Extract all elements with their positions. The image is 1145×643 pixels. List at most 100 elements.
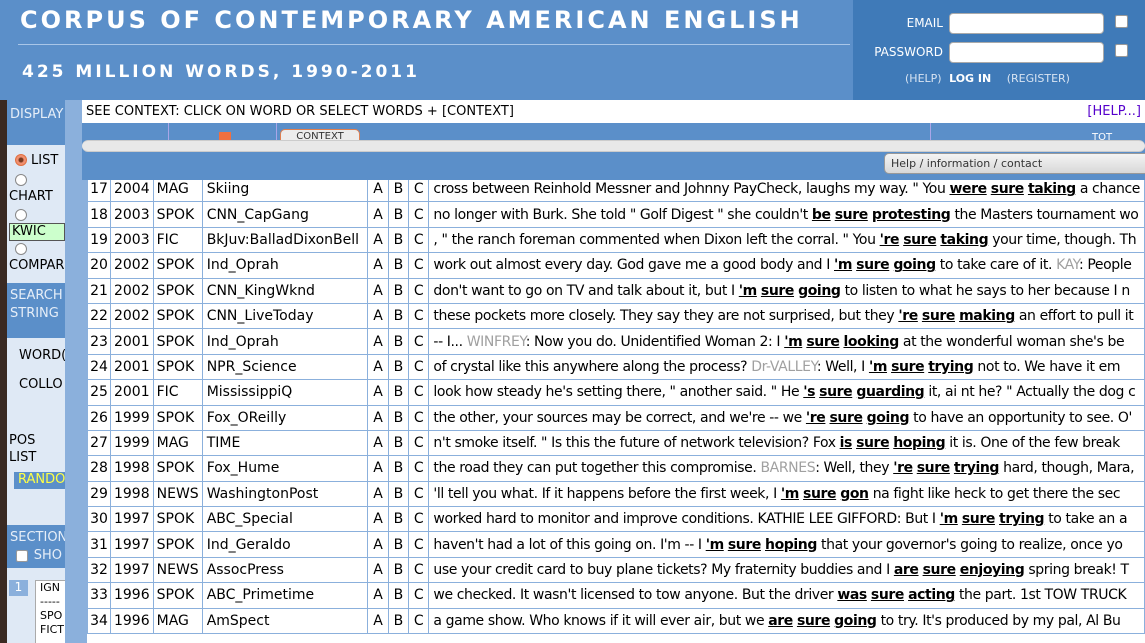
keyword-link[interactable]: sure [923, 562, 957, 578]
source-cell[interactable]: CNN_LiveToday [201, 302, 369, 330]
expand-c-link[interactable]: C [408, 404, 430, 431]
expand-a-link[interactable]: A [367, 379, 389, 406]
expand-b-link[interactable]: B [387, 429, 410, 457]
keyword-link[interactable]: guarding [856, 384, 924, 400]
show-sections-checkbox[interactable] [16, 550, 28, 562]
keyword-link[interactable]: looking [844, 334, 900, 350]
expand-c-link[interactable]: C [408, 328, 430, 355]
expand-a-link[interactable]: A [367, 582, 389, 609]
expand-a-link[interactable]: A [367, 455, 389, 482]
expand-b-link[interactable]: B [387, 455, 410, 482]
source-cell[interactable]: Fox_Hume [201, 455, 369, 482]
keyword-link[interactable]: protesting [872, 207, 951, 223]
keyword-link[interactable]: 're [893, 460, 913, 476]
expand-a-link[interactable]: A [367, 180, 389, 203]
keyword-link[interactable]: sure [835, 207, 869, 223]
expand-a-link[interactable]: A [367, 556, 389, 584]
expand-c-link[interactable]: C [408, 480, 430, 508]
expand-b-link[interactable]: B [387, 531, 410, 558]
horizontal-scrollbar[interactable] [82, 140, 1145, 152]
list-option[interactable]: SPO [40, 609, 65, 623]
source-cell[interactable]: Ind_Oprah [201, 252, 369, 279]
source-cell[interactable]: Ind_Oprah [201, 328, 369, 355]
register-link[interactable]: (REGISTER) [1007, 72, 1070, 85]
keyword-link[interactable]: sure [891, 359, 925, 375]
keyword-link[interactable]: 'm [784, 334, 802, 350]
keyword-link[interactable]: sure [728, 537, 762, 553]
keyword-link[interactable]: 'm [869, 359, 887, 375]
keyword-link[interactable]: taking [1028, 181, 1076, 197]
list-option[interactable]: IGN [40, 581, 65, 595]
help-link[interactable]: (HELP) [905, 72, 942, 85]
source-cell[interactable]: ABC_Primetime [201, 582, 369, 609]
expand-c-link[interactable]: C [408, 455, 430, 482]
keyword-link[interactable]: trying [999, 511, 1045, 527]
compare-radio[interactable] [15, 243, 27, 255]
expand-b-link[interactable]: B [387, 302, 410, 330]
expand-c-link[interactable]: C [408, 226, 430, 254]
random-button[interactable]: RANDO [14, 472, 65, 489]
list-option[interactable]: ----- [40, 595, 65, 609]
expand-a-link[interactable]: A [367, 506, 389, 533]
expand-b-link[interactable]: B [387, 556, 410, 584]
keyword-link[interactable]: going [834, 613, 877, 629]
expand-b-link[interactable]: B [387, 277, 410, 304]
keyword-link[interactable]: hoping [893, 435, 945, 451]
kwic-radio[interactable] [15, 209, 27, 221]
expand-a-link[interactable]: A [367, 429, 389, 457]
source-cell[interactable]: WashingtonPost [201, 480, 369, 508]
keyword-link[interactable]: making [959, 308, 1015, 324]
expand-b-link[interactable]: B [387, 226, 410, 254]
keyword-link[interactable]: 'm [781, 486, 799, 502]
expand-b-link[interactable]: B [387, 379, 410, 406]
keyword-link[interactable]: were [949, 181, 987, 197]
expand-c-link[interactable]: C [408, 582, 430, 609]
remember-password-checkbox[interactable] [1115, 44, 1128, 57]
keyword-link[interactable]: are [894, 562, 919, 578]
pos-list-label[interactable]: POS LIST [9, 432, 49, 466]
keyword-link[interactable]: going [798, 283, 841, 299]
keyword-link[interactable]: trying [954, 460, 1000, 476]
source-cell[interactable]: BkJuv:BalladDixonBell [201, 226, 369, 254]
expand-c-link[interactable]: C [408, 506, 430, 533]
expand-b-link[interactable]: B [387, 506, 410, 533]
source-cell[interactable]: TIME [201, 429, 369, 457]
source-cell[interactable]: AssocPress [201, 556, 369, 584]
expand-b-link[interactable]: B [387, 201, 410, 228]
keyword-link[interactable]: acting [908, 587, 955, 603]
keyword-link[interactable]: sure [962, 511, 996, 527]
expand-b-link[interactable]: B [387, 328, 410, 355]
expand-a-link[interactable]: A [367, 277, 389, 304]
source-cell[interactable]: NPR_Science [201, 353, 369, 381]
expand-a-link[interactable]: A [367, 404, 389, 431]
expand-b-link[interactable]: B [387, 607, 410, 635]
keyword-link[interactable]: 'm [834, 257, 852, 273]
source-cell[interactable]: MississippiQ [201, 379, 369, 406]
chart-radio[interactable] [15, 174, 27, 186]
keyword-link[interactable]: taking [940, 232, 988, 248]
expand-c-link[interactable]: C [408, 302, 430, 330]
expand-b-link[interactable]: B [387, 353, 410, 381]
expand-a-link[interactable]: A [367, 328, 389, 355]
keyword-link[interactable]: sure [922, 308, 956, 324]
source-cell[interactable]: Skiing [201, 180, 369, 203]
keyword-link[interactable]: sure [761, 283, 795, 299]
keyword-link[interactable]: 'm [706, 537, 724, 553]
list-option[interactable]: FICT [40, 623, 65, 637]
help-info-contact-button[interactable]: Help / information / contact [884, 153, 1145, 174]
keyword-link[interactable]: 's [803, 384, 815, 400]
expand-a-link[interactable]: A [367, 201, 389, 228]
expand-a-link[interactable]: A [367, 531, 389, 558]
remember-email-checkbox[interactable] [1115, 15, 1128, 28]
keyword-link[interactable]: be [812, 207, 831, 223]
expand-c-link[interactable]: C [408, 429, 430, 457]
keyword-link[interactable]: sure [903, 232, 937, 248]
keyword-link[interactable]: sure [829, 410, 863, 426]
keyword-link[interactable]: sure [871, 587, 905, 603]
keyword-link[interactable]: sure [917, 460, 951, 476]
expand-a-link[interactable]: A [367, 226, 389, 254]
expand-c-link[interactable]: C [408, 252, 430, 279]
keyword-link[interactable]: sure [803, 486, 837, 502]
help-link[interactable]: [HELP...] [1087, 100, 1141, 123]
keyword-link[interactable]: sure [856, 435, 890, 451]
